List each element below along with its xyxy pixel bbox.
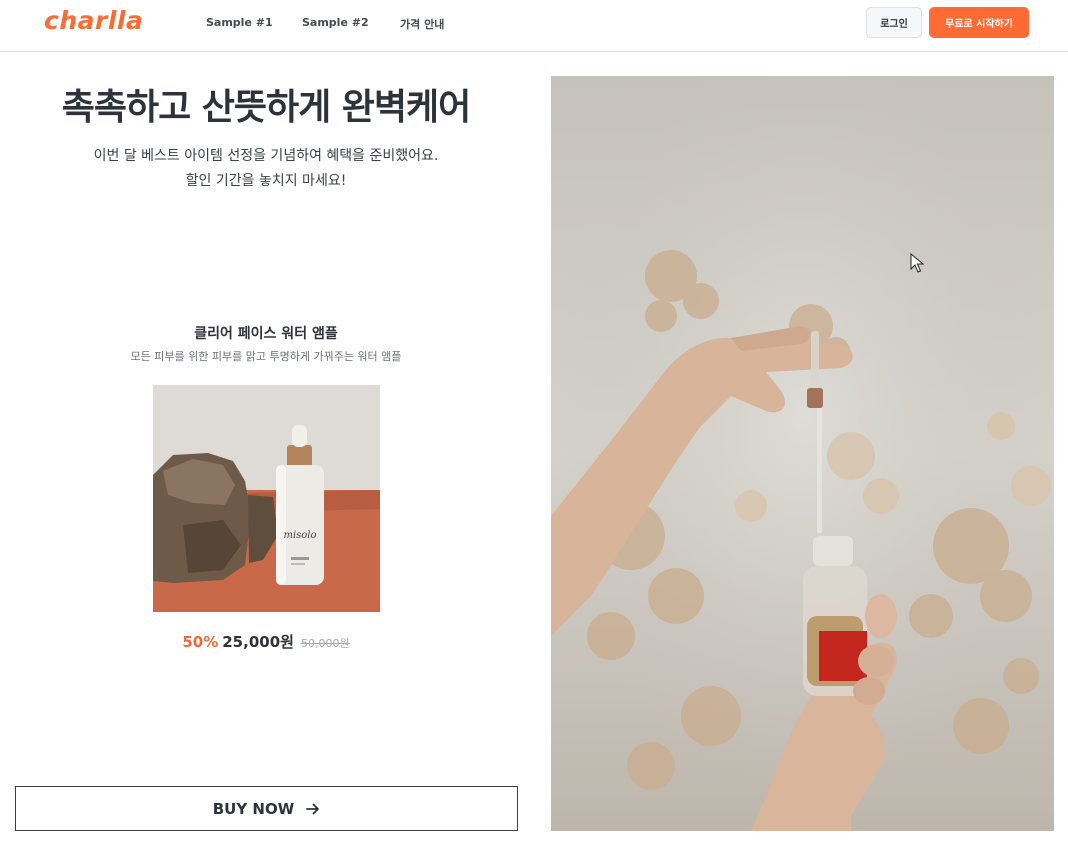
product-name: 클리어 페이스 워터 앰플 bbox=[194, 326, 338, 342]
price-row: 50% 25,000원 50,000원 bbox=[0, 631, 532, 652]
buy-now-label: BUY NOW bbox=[212, 799, 295, 818]
nav-sample-1[interactable]: Sample #1 bbox=[206, 16, 273, 29]
hero-title: 촉촉하고 산뜻하게 완벽케어 bbox=[61, 87, 472, 128]
nav-pricing[interactable]: 가격 안내 bbox=[400, 16, 444, 32]
login-button[interactable]: 로그인 bbox=[866, 7, 922, 38]
top-navbar: charlla Sample #1 Sample #2 가격 안내 로그인 무료… bbox=[0, 0, 1068, 52]
arrow-right-icon bbox=[306, 803, 320, 815]
logo[interactable]: charlla bbox=[44, 6, 143, 35]
product-image: misolo bbox=[153, 385, 380, 612]
hero-subtitle-line-1: 이번 달 베스트 아이템 선정을 기념하여 혜택을 준비했어요. bbox=[93, 148, 439, 164]
product-description: 모든 피부를 위한 피부를 맑고 투명하게 가꿔주는 워터 앰플 bbox=[130, 350, 402, 363]
sale-price: 25,000원 bbox=[222, 633, 294, 651]
discount-rate: 50% bbox=[182, 633, 219, 651]
original-price: 50,000원 bbox=[301, 637, 350, 650]
hero-image bbox=[551, 76, 1054, 831]
hero-subtitle-line-2: 할인 기간을 놓치지 마세요! bbox=[185, 173, 347, 189]
hero-subtitle: 이번 달 베스트 아이템 선정을 기념하여 혜택을 준비했어요. 할인 기간을 … bbox=[0, 144, 532, 194]
mouse-cursor-icon bbox=[910, 252, 925, 277]
nav-sample-2[interactable]: Sample #2 bbox=[302, 16, 369, 29]
bottle-brand-label: misolo bbox=[283, 530, 316, 541]
start-free-button[interactable]: 무료로 시작하기 bbox=[929, 7, 1029, 38]
buy-now-button[interactable]: BUY NOW bbox=[15, 786, 518, 831]
